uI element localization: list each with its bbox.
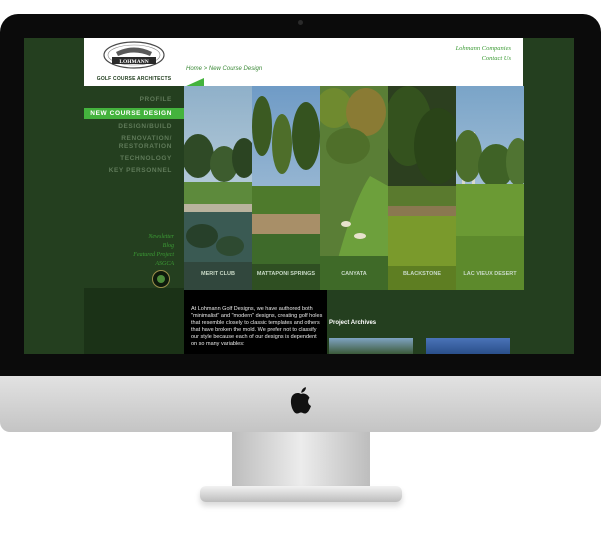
breadcrumb-current: New Course Design [208, 66, 263, 72]
mattaponi-springs-photo [252, 86, 320, 290]
breadcrumb-separator: > [202, 66, 209, 72]
gallery-label: BLACKSTONE [402, 271, 442, 277]
gallery-panel-lac-vieux-desert[interactable]: LAC VIEUX DESERT [456, 86, 524, 290]
nav-item-design-build[interactable]: DESIGN/BUILD [84, 123, 184, 131]
nav-item-renovation-restoration[interactable]: RENOVATION/ RESTORATION [84, 135, 184, 151]
gallery-label: LAC VIEUX DESERT [463, 271, 517, 277]
breadcrumb-home-link[interactable]: Home [186, 66, 202, 72]
course-gallery: MERIT CLUB MATTAPONI SPRINGS CANYATA BLA… [184, 86, 524, 290]
main-nav: PROFILE NEW COURSE DESIGN DESIGN/BUILD R… [84, 96, 184, 179]
gallery-label: MATTAPONI SPRINGS [256, 271, 316, 277]
intro-text: At Lohmann Golf Designs, we have authore… [191, 306, 323, 347]
blackstone-photo [388, 86, 456, 290]
nav-item-profile[interactable]: PROFILE [84, 96, 184, 104]
canyata-photo [320, 86, 388, 290]
gallery-panel-mattaponi-springs[interactable]: MATTAPONI SPRINGS [252, 86, 320, 290]
lohmann-companies-link[interactable]: Lohmann Companies [456, 44, 511, 54]
merit-club-photo [184, 86, 252, 290]
camera-icon [298, 20, 303, 25]
asgca-link[interactable]: ASGCA [84, 260, 174, 269]
gallery-panel-merit-club[interactable]: MERIT CLUB [184, 86, 252, 290]
breadcrumb: Home > New Course Design [186, 66, 262, 72]
website-screen: LOHMANN GOLF COURSE ARCHITECTS Home > Ne… [24, 38, 574, 354]
contact-us-link[interactable]: Contact Us [456, 54, 511, 64]
svg-text:LOHMANN: LOHMANN [119, 59, 148, 65]
gallery-panel-canyata[interactable]: CANYATA [320, 86, 388, 290]
asgca-badge-icon[interactable] [152, 270, 170, 288]
blog-link[interactable]: Blog [84, 242, 174, 251]
gallery-panel-blackstone[interactable]: BLACKSTONE [388, 86, 456, 290]
newsletter-link[interactable]: Newsletter [84, 233, 174, 242]
left-column-footer [84, 288, 184, 354]
logo-tagline: GOLF COURSE ARCHITECTS [96, 76, 172, 82]
nav-item-technology[interactable]: TECHNOLOGY [84, 155, 184, 163]
monitor-chin [0, 376, 601, 432]
lohmann-crest-icon: LOHMANN [103, 41, 165, 69]
archive-thumb-1[interactable] [329, 338, 413, 354]
gallery-label: CANYATA [341, 271, 367, 277]
apple-logo-icon [290, 387, 311, 414]
featured-project-link[interactable]: Featured Project [84, 251, 174, 260]
nav-item-new-course-design[interactable]: NEW COURSE DESIGN [84, 108, 184, 119]
intro-box: At Lohmann Golf Designs, we have authore… [184, 290, 327, 354]
right-margin [523, 38, 574, 354]
monitor-stand-neck [232, 432, 370, 494]
lac-vieux-desert-photo [456, 86, 524, 290]
logo[interactable]: LOHMANN GOLF COURSE ARCHITECTS [84, 38, 184, 86]
sub-links: Newsletter Blog Featured Project ASGCA [84, 233, 174, 269]
nav-item-key-personnel[interactable]: KEY PERSONNEL [84, 167, 184, 175]
archive-thumb-2[interactable] [426, 338, 510, 354]
project-archives-title: Project Archives [329, 320, 377, 326]
top-links: Lohmann Companies Contact Us [456, 44, 511, 64]
gallery-label: MERIT CLUB [201, 271, 235, 277]
monitor-stand-foot [200, 486, 402, 502]
